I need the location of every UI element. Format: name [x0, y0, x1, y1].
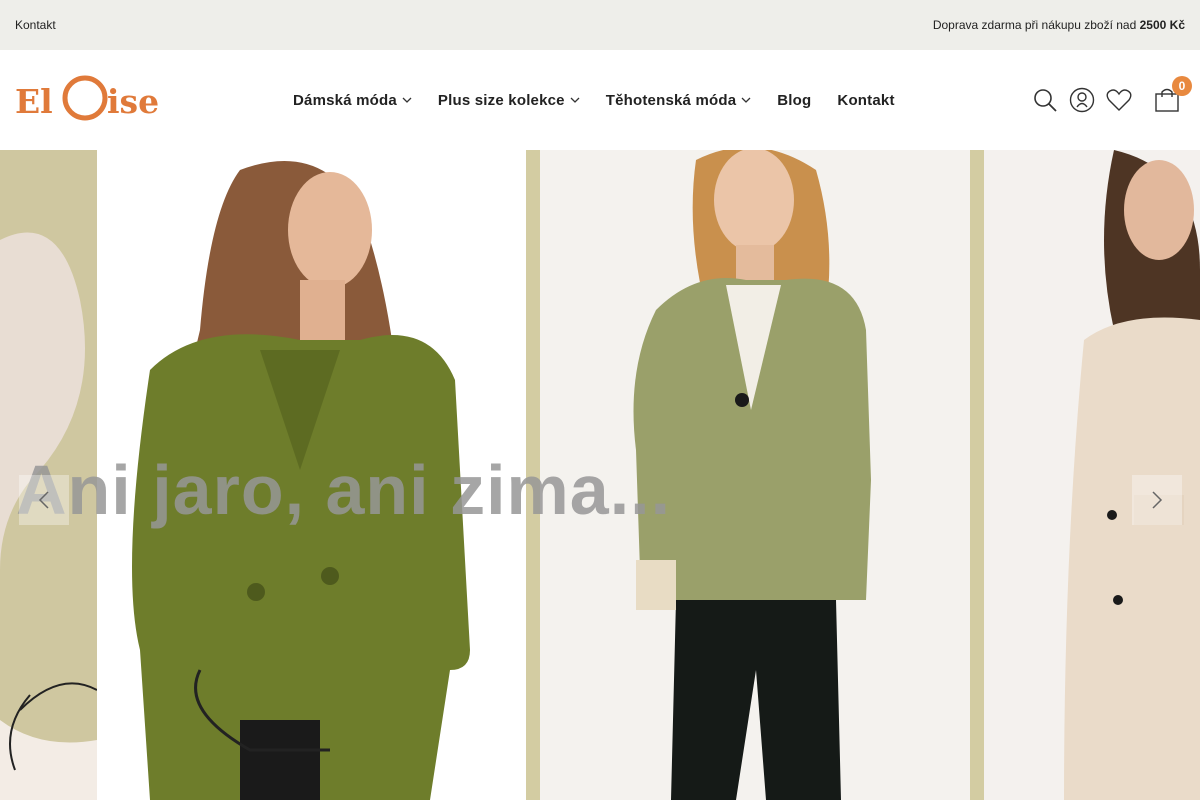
header-icons: 0 — [1021, 50, 1192, 150]
cart-button[interactable]: 0 — [1154, 76, 1192, 113]
site-header: El ise Dámská móda Plus size kolekce Těhot… — [0, 50, 1200, 150]
nav-item-label: Blog — [777, 91, 812, 109]
chevron-down-icon — [402, 97, 412, 103]
chevron-down-icon — [570, 97, 580, 103]
heart-icon — [1106, 89, 1132, 111]
nav-item-label: Dámská móda — [293, 91, 397, 109]
slider-next-button[interactable] — [1132, 475, 1182, 525]
main-nav: Dámská móda Plus size kolekce Těhotenská m… — [293, 50, 921, 150]
hero-slider: Ani jaro, ani zima... — [0, 150, 1200, 800]
nav-item-kontakt[interactable]: Kontakt — [837, 92, 894, 109]
account-button[interactable] — [1069, 87, 1095, 113]
search-icon — [1034, 89, 1057, 112]
top-bar: Kontakt Doprava zdarma při nákupu zboží … — [0, 0, 1200, 50]
chevron-down-icon — [741, 97, 751, 103]
shipping-text: Doprava zdarma při nákupu zboží nad — [932, 18, 1140, 32]
svg-text:El: El — [15, 82, 53, 121]
chevron-left-icon — [38, 491, 49, 509]
nav-item-label: Těhotenská móda — [605, 91, 737, 109]
svg-text:ise: ise — [107, 82, 159, 121]
search-button[interactable] — [1032, 87, 1058, 113]
nav-item-plus-size-kolekce[interactable]: Plus size kolekce — [438, 92, 580, 109]
nav-item-label: Plus size kolekce — [437, 91, 565, 109]
eloise-logo-image: El ise — [15, 75, 159, 121]
nav-item-dámská-móda[interactable]: Dámská móda — [293, 92, 412, 109]
wishlist-button[interactable] — [1106, 87, 1132, 113]
user-icon — [1069, 87, 1095, 113]
cart-count-badge: 0 — [1172, 76, 1192, 96]
nav-item-těhotenská-móda[interactable]: Těhotenská móda — [606, 92, 752, 109]
topbar-contact-link[interactable]: Kontakt — [15, 18, 56, 32]
nav-item-label: Kontakt — [837, 91, 895, 109]
free-shipping-notice: Doprava zdarma při nákupu zboží nad 2500… — [933, 18, 1185, 32]
shipping-amount: 2500 Kč — [1139, 18, 1185, 32]
chevron-right-icon — [1152, 491, 1163, 509]
nav-item-blog[interactable]: Blog — [777, 92, 811, 109]
logo[interactable]: El ise — [15, 75, 167, 125]
hero-title: Ani jaro, ani zima... — [16, 451, 672, 529]
slider-prev-button[interactable] — [19, 475, 69, 525]
